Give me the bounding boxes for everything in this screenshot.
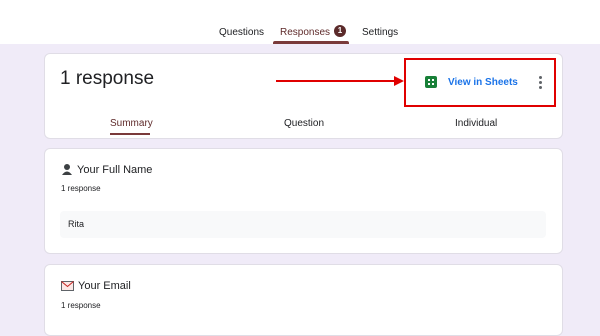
question-response-count: 1 response [61,184,101,193]
answer-text: Rita [68,219,85,229]
active-subtab-indicator [110,133,150,135]
tab-questions[interactable]: Questions [219,27,264,38]
answer-item: Rita [60,211,546,238]
email-icon [61,281,74,291]
more-options-icon[interactable] [536,72,546,94]
person-icon [62,164,72,175]
question-title-text: Your Full Name [77,164,153,176]
sheets-icon[interactable] [425,76,437,88]
tab-settings[interactable]: Settings [362,27,398,38]
question-title: Your Email [61,280,131,292]
responses-summary-card: 1 response View in Sheets Summary Questi… [44,53,563,139]
question-card-email: Your Email 1 response [44,264,563,336]
subtab-summary[interactable]: Summary [110,118,153,129]
responses-count-badge: 1 [334,25,346,37]
view-in-sheets-highlight: View in Sheets [404,58,556,107]
annotation-arrow [276,76,404,86]
question-title-text: Your Email [78,280,131,292]
question-response-count: 1 response [61,301,101,310]
response-count-title: 1 response [60,68,155,89]
question-title: Your Full Name [61,163,152,176]
tab-responses[interactable]: Responses [280,27,330,38]
active-tab-indicator [273,41,349,44]
question-card-full-name: Your Full Name 1 response Rita [44,148,563,254]
subtab-individual[interactable]: Individual [455,118,497,129]
view-in-sheets-button[interactable]: View in Sheets [448,77,518,88]
subtab-question[interactable]: Question [284,118,324,129]
top-nav-bar: Questions Responses 1 Settings [0,0,600,44]
